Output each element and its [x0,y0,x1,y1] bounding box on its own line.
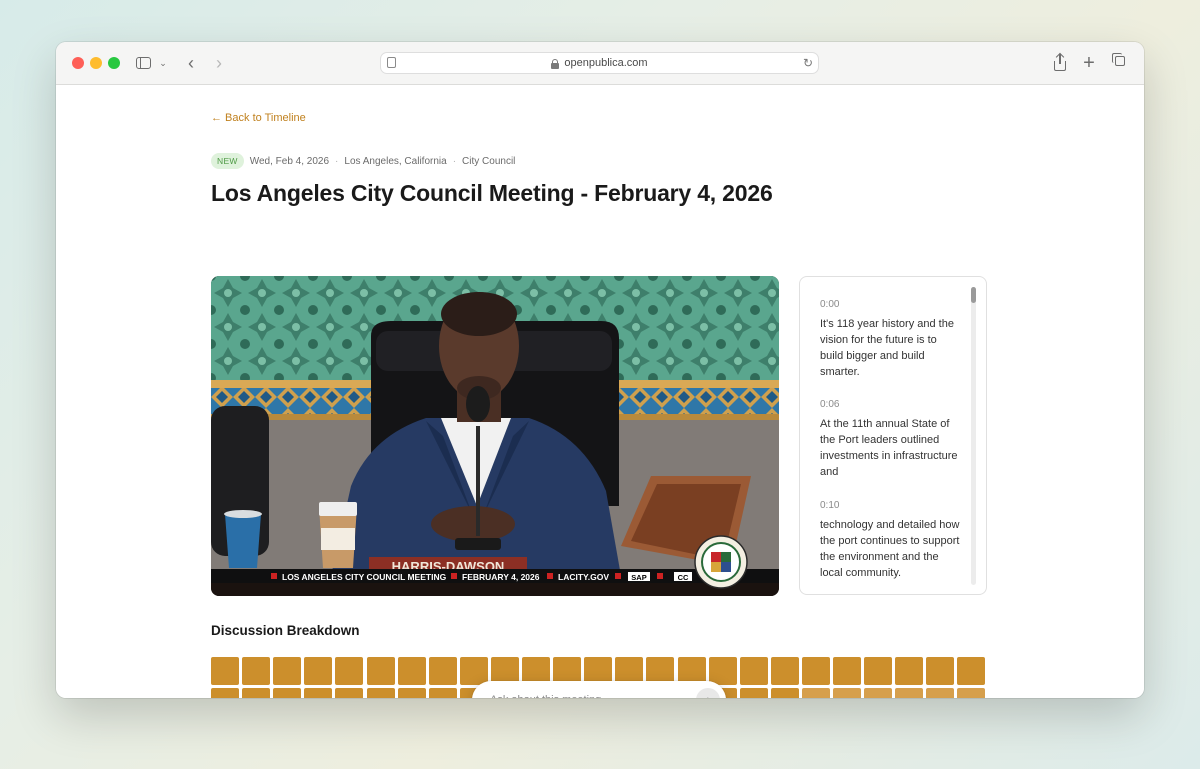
breakdown-cell[interactable] [739,688,768,698]
breakdown-cell[interactable] [895,688,924,698]
ask-input[interactable] [490,691,680,698]
new-badge: NEW [211,153,244,169]
browser-window: ⌄ ‹ › openpublica.com ↻ + ← Back to Time… [56,42,1144,698]
meeting-meta: NEW Wed, Feb 4, 2026 · Los Angeles, Cali… [211,153,515,169]
transcript-scrollbar[interactable] [971,287,976,585]
breakdown-cell[interactable] [739,657,768,685]
breakdown-cell[interactable] [864,688,893,698]
new-tab-icon[interactable]: + [1081,52,1097,74]
breakdown-cell[interactable] [211,657,239,685]
ticker-item: LACITY.GOV [558,572,609,582]
breakdown-cell[interactable] [770,688,799,698]
breakdown-cell[interactable] [957,688,986,698]
reload-icon[interactable]: ↻ [803,56,813,70]
transcript-panel[interactable]: 0:00 It's 118 year history and the visio… [799,276,987,595]
ask-bar[interactable]: ↑ [472,681,726,698]
address-bar[interactable]: openpublica.com ↻ [380,52,819,74]
breakdown-cell[interactable] [397,657,426,685]
transcript-text: At the 11th annual State of the Port lea… [820,418,958,478]
breakdown-cell[interactable] [708,657,737,685]
transcript-text: technology and detailed how the port con… [820,519,960,579]
transcript-text: It's 118 year history and the vision for… [820,318,954,378]
page-title: Los Angeles City Council Meeting - Febru… [211,180,773,206]
breakdown-cell[interactable] [242,657,271,685]
breakdown-cell[interactable] [366,688,395,698]
meeting-body: City Council [462,155,516,167]
meeting-location: Los Angeles, California [344,155,447,167]
breakdown-cell[interactable] [428,688,457,698]
breakdown-cell[interactable] [211,688,239,698]
discussion-breakdown-title: Discussion Breakdown [211,623,360,638]
close-window-button[interactable] [72,57,84,69]
zoom-window-button[interactable] [108,57,120,69]
breakdown-cell[interactable] [459,657,488,685]
tab-overview-icon[interactable] [1112,53,1128,73]
video-player[interactable]: HARRIS-DAWSON LOS ANGELES CITY COUNCIL M… [211,276,779,596]
breakdown-cell[interactable] [926,688,955,698]
transcript-timestamp[interactable]: 0:10 [820,500,960,511]
city-seal-icon [694,535,748,589]
breakdown-cell[interactable] [366,657,395,685]
separator-dot: · [335,155,339,167]
scrollbar-thumb[interactable] [971,287,976,303]
breakdown-cell[interactable] [926,657,955,685]
browser-toolbar: ⌄ ‹ › openpublica.com ↻ + [56,42,1144,85]
breakdown-cell[interactable] [242,688,271,698]
transcript-entry[interactable]: 0:00 It's 118 year history and the visio… [820,299,960,380]
breakdown-cell[interactable] [801,657,830,685]
breakdown-cell[interactable] [397,688,426,698]
breakdown-cell[interactable] [864,657,893,685]
minimize-window-button[interactable] [90,57,102,69]
breakdown-cell[interactable] [304,688,333,698]
meeting-date: Wed, Feb 4, 2026 [249,155,330,167]
transcript-timestamp[interactable]: 0:00 [820,299,960,310]
video-frame: HARRIS-DAWSON LOS ANGELES CITY COUNCIL M… [211,276,779,596]
breakdown-cell[interactable] [428,657,457,685]
ticker-item: SAP [631,573,646,582]
breakdown-cell[interactable] [304,657,333,685]
breakdown-cell[interactable] [833,657,861,685]
send-arrow-icon[interactable]: ↑ [696,688,720,698]
url-text: openpublica.com [564,57,648,69]
lock-icon [551,58,560,69]
breakdown-cell[interactable] [273,657,302,685]
transcript-entry[interactable]: 0:06 At the 11th annual State of the Por… [820,399,960,480]
breakdown-cell[interactable] [335,688,364,698]
breakdown-cell[interactable] [801,688,830,698]
transcript-entry[interactable]: 0:10 technology and detailed how the por… [820,500,960,581]
page-content: ← Back to Timeline NEW Wed, Feb 4, 2026 … [56,85,1144,698]
separator-dot: · [452,155,457,167]
breakdown-cell[interactable] [273,688,302,698]
back-arrow-icon[interactable]: ‹ [184,53,198,73]
breakdown-cell[interactable] [895,657,924,685]
back-to-timeline-link[interactable]: ← Back to Timeline [211,112,306,124]
breakdown-cell[interactable] [770,657,799,685]
sidebar-toggle-icon[interactable] [134,53,152,73]
share-icon[interactable] [1052,52,1068,73]
ticker-item: CC [678,573,689,582]
breakdown-cell[interactable] [335,657,364,685]
ticker-item: FEBRUARY 4, 2026 [462,572,540,582]
transcript-timestamp[interactable]: 0:06 [820,399,960,410]
forward-arrow-icon[interactable]: › [212,53,226,73]
chevron-down-icon[interactable]: ⌄ [158,53,168,73]
breakdown-cell[interactable] [833,688,861,698]
ticker-item: LOS ANGELES CITY COUNCIL MEETING [282,572,447,582]
breakdown-cell[interactable] [957,657,986,685]
